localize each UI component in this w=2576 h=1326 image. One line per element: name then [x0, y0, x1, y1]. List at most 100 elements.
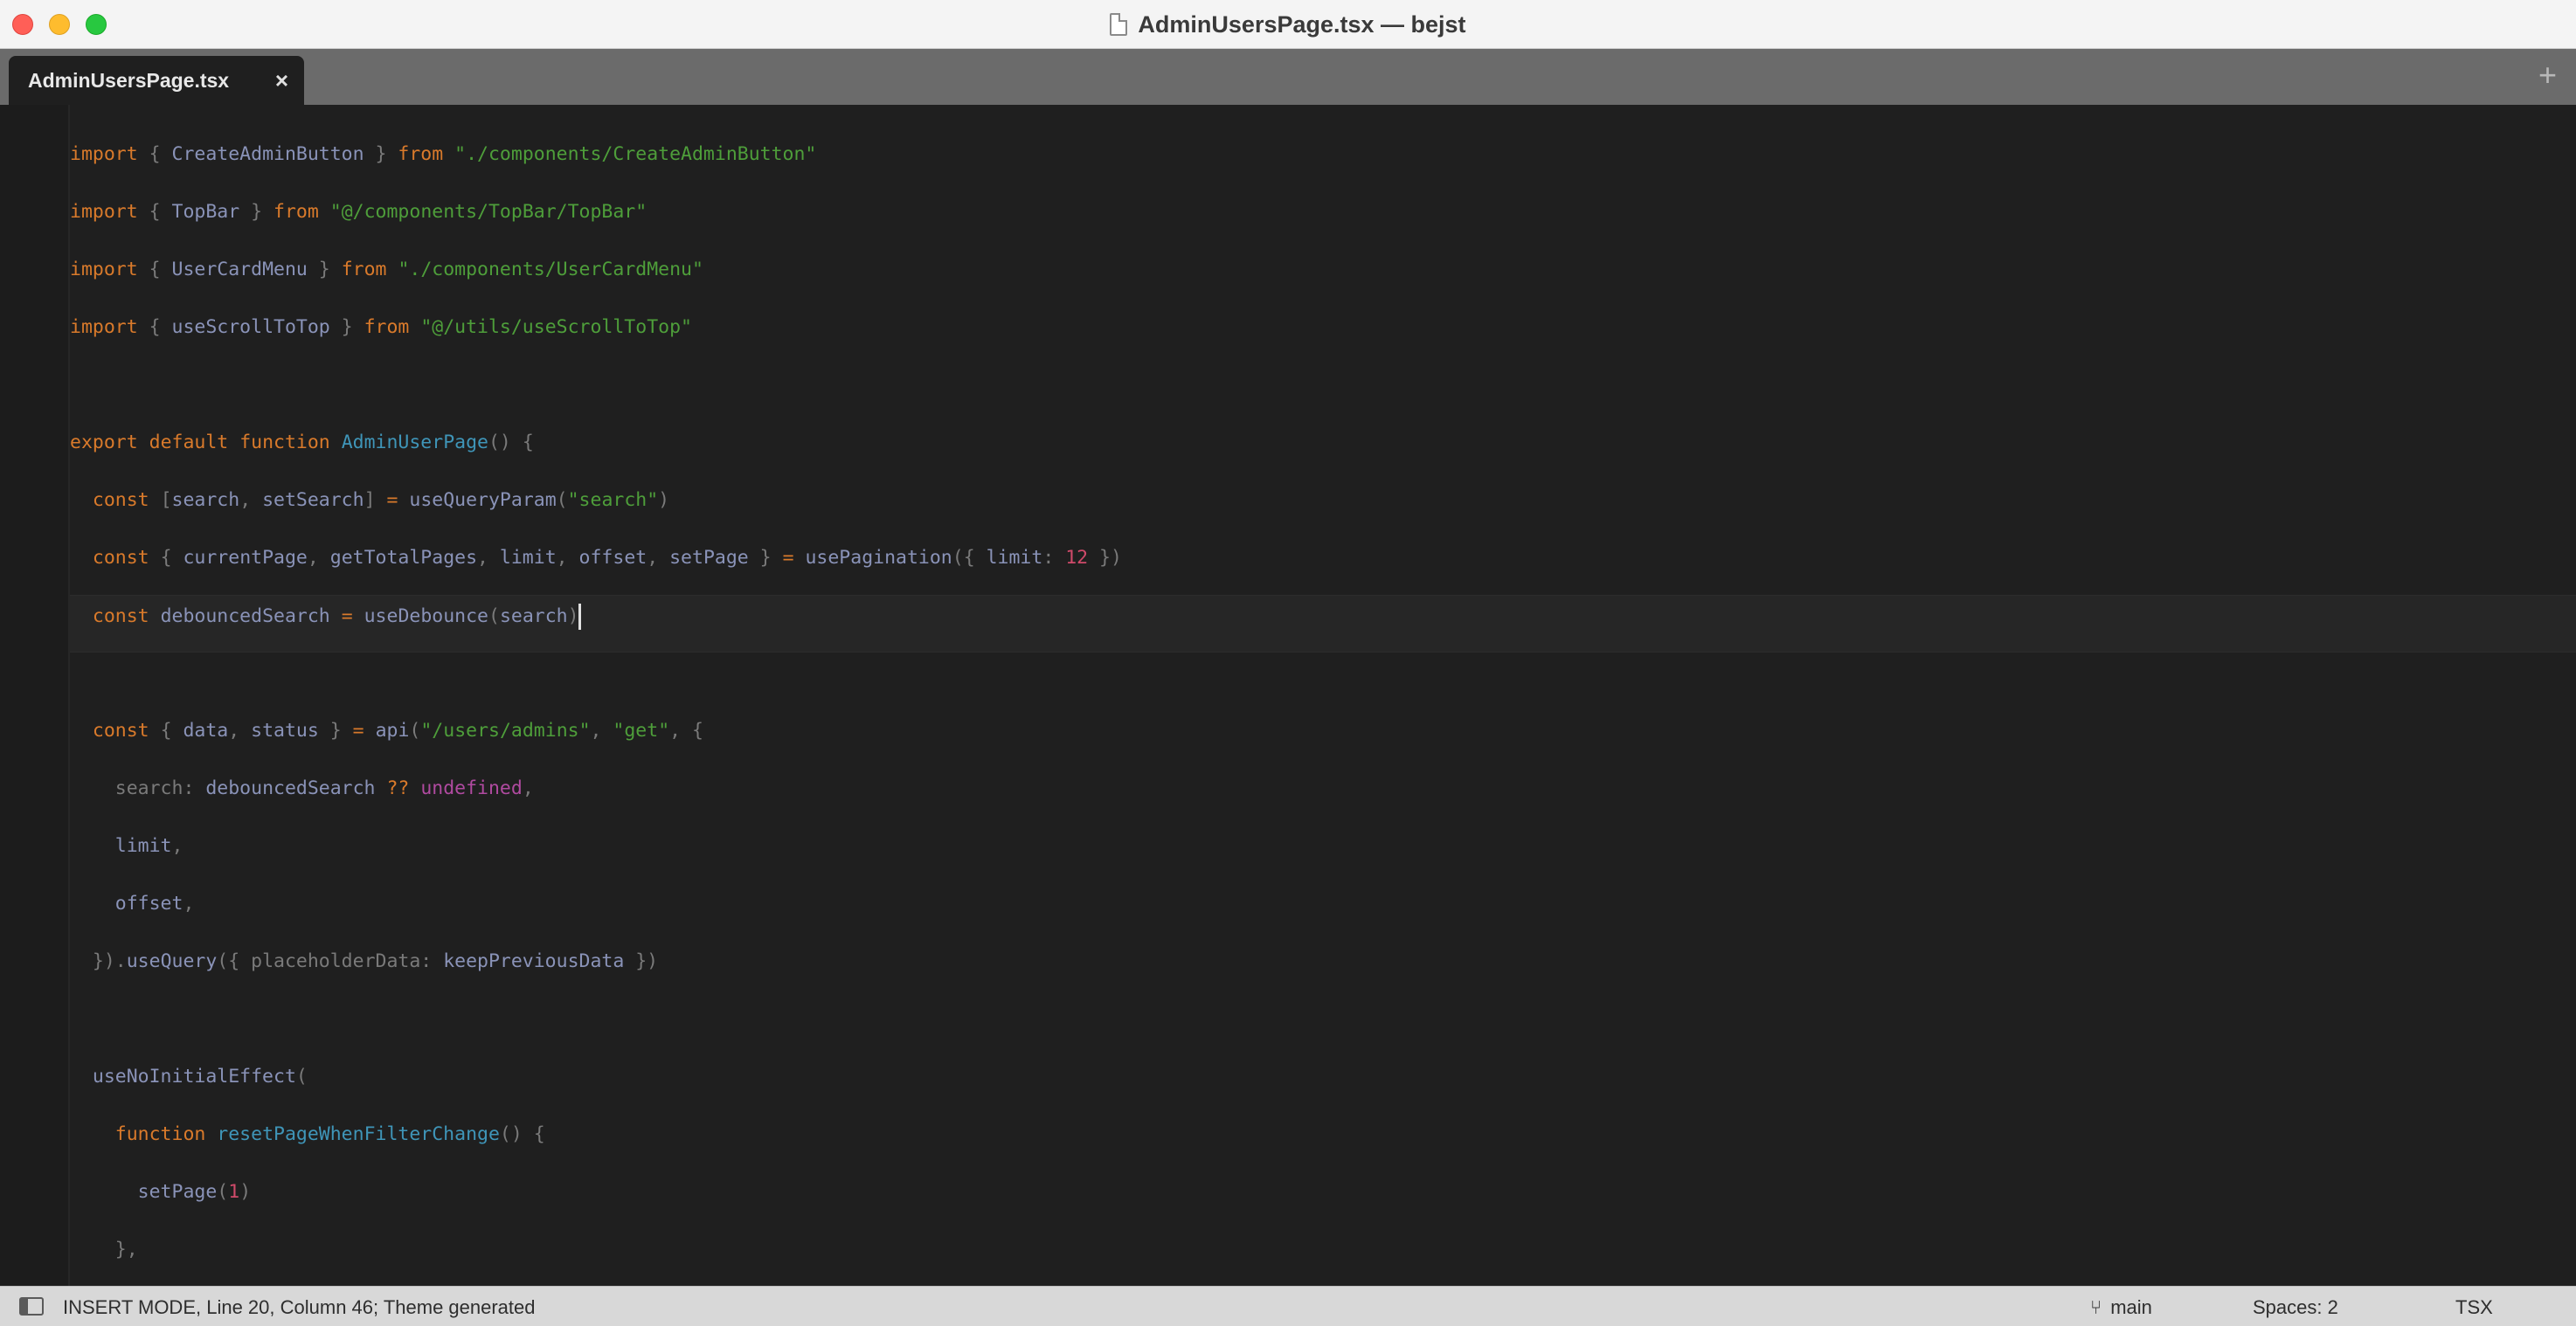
code-token: ( — [556, 489, 568, 511]
code-line[interactable]: import { TopBar } from "@/components/Top… — [70, 191, 2576, 249]
code-line[interactable]: const { currentPage, getTotalPages, limi… — [70, 537, 2576, 595]
syntax-selector[interactable]: TSX — [2455, 1296, 2493, 1319]
code-line[interactable]: }).useQuery({ placeholderData: keepPrevi… — [70, 941, 2576, 998]
code-token: data — [183, 720, 229, 742]
code-token: "search" — [567, 489, 659, 511]
code-token: const — [92, 489, 149, 511]
code-token: getTotalPages — [329, 547, 478, 569]
code-editor[interactable]: import { CreateAdminButton } from "./com… — [0, 105, 2576, 1286]
sidebar-toggle-icon[interactable] — [19, 1297, 44, 1316]
code-token: const — [92, 605, 149, 627]
code-token: , — [228, 720, 252, 742]
code-line[interactable]: }, — [70, 1229, 2576, 1286]
text-cursor — [578, 604, 581, 630]
indentation-selector[interactable]: Spaces: 2 — [2253, 1296, 2338, 1319]
new-tab-button[interactable]: + — [2538, 58, 2557, 93]
code-token: } — [239, 201, 274, 223]
branch-indicator[interactable]: ⑂ main — [2090, 1296, 2152, 1319]
code-token: , — [590, 720, 613, 742]
code-token: resetPageWhenFilterChange — [217, 1123, 500, 1145]
code-token: status — [251, 720, 319, 742]
code-token: limit — [114, 835, 172, 857]
code-line[interactable] — [70, 998, 2576, 1056]
document-icon — [1110, 13, 1128, 36]
tab-adminuserspage[interactable]: AdminUsersPage.tsx × — [9, 56, 304, 105]
code-token: , — [647, 547, 670, 569]
code-token: () { — [499, 1123, 545, 1145]
code-token: limit — [986, 547, 1043, 569]
status-mode-text: INSERT MODE, Line 20, Column 46; Theme g… — [63, 1296, 536, 1318]
code-token: ({ — [952, 547, 987, 569]
code-token: ] — [364, 489, 387, 511]
code-token: const — [92, 547, 149, 569]
code-token: import — [70, 143, 138, 165]
code-token: export — [70, 432, 138, 453]
code-token: search: — [114, 777, 206, 799]
code-token: = — [341, 605, 353, 627]
code-token: "get" — [613, 720, 670, 742]
code-token: } — [748, 547, 783, 569]
code-line[interactable]: import { UserCardMenu } from "./componen… — [70, 249, 2576, 307]
code-token: from — [364, 316, 410, 338]
code-token: }). — [70, 950, 127, 972]
code-area[interactable]: import { CreateAdminButton } from "./com… — [70, 134, 2576, 1286]
code-token: 1 — [228, 1181, 240, 1203]
code-line[interactable]: offset, — [70, 883, 2576, 941]
code-line[interactable]: search: debouncedSearch ?? undefined, — [70, 768, 2576, 825]
code-token: ({ placeholderData: — [217, 950, 444, 972]
code-token: import — [70, 259, 138, 280]
code-line[interactable]: const [search, setSearch] = useQueryPara… — [70, 480, 2576, 537]
branch-name: main — [2110, 1296, 2152, 1318]
code-token: from — [398, 143, 444, 165]
code-line[interactable]: limit, — [70, 825, 2576, 883]
code-token: } — [364, 143, 398, 165]
code-line[interactable]: import { CreateAdminButton } from "./com… — [70, 134, 2576, 191]
code-token: } — [329, 316, 364, 338]
code-token: setPage — [669, 547, 749, 569]
code-token: ) — [658, 489, 670, 511]
close-icon[interactable]: × — [275, 68, 288, 93]
code-token: , — [239, 489, 263, 511]
code-token: AdminUserPage — [341, 432, 488, 453]
code-line[interactable]: useNoInitialEffect( — [70, 1056, 2576, 1114]
code-token: keepPreviousData — [443, 950, 625, 972]
code-token: "@/utils/useScrollToTop" — [420, 316, 692, 338]
code-token: ( — [295, 1066, 308, 1088]
code-line[interactable]: import { useScrollToTop } from "@/utils/… — [70, 307, 2576, 364]
title-bar: AdminUsersPage.tsx — bejst — [0, 0, 2576, 49]
code-line[interactable]: function resetPageWhenFilterChange() { — [70, 1114, 2576, 1171]
code-line[interactable] — [70, 364, 2576, 422]
code-token: { — [149, 547, 184, 569]
code-token: = — [782, 547, 794, 569]
code-token: }) — [624, 950, 659, 972]
code-token: { — [137, 143, 172, 165]
code-token: "./components/UserCardMenu" — [398, 259, 703, 280]
code-token: debouncedSearch — [205, 777, 376, 799]
code-token: , — [477, 547, 500, 569]
code-token: limit — [499, 547, 557, 569]
tab-bar: AdminUsersPage.tsx × + — [0, 49, 2576, 105]
code-token: useQuery — [126, 950, 218, 972]
code-token: = — [386, 489, 398, 511]
code-line[interactable]: const debouncedSearch = useDebounce(sear… — [70, 595, 2576, 653]
code-token: function — [114, 1123, 206, 1145]
code-token: api — [375, 720, 410, 742]
code-token: useScrollToTop — [171, 316, 330, 338]
code-line[interactable]: setPage(1) — [70, 1171, 2576, 1229]
code-line[interactable]: export default function AdminUserPage() … — [70, 422, 2576, 480]
code-token: import — [70, 201, 138, 223]
code-line[interactable]: const { data, status } = api("/users/adm… — [70, 710, 2576, 768]
code-line[interactable] — [70, 653, 2576, 710]
code-token: } — [318, 720, 353, 742]
